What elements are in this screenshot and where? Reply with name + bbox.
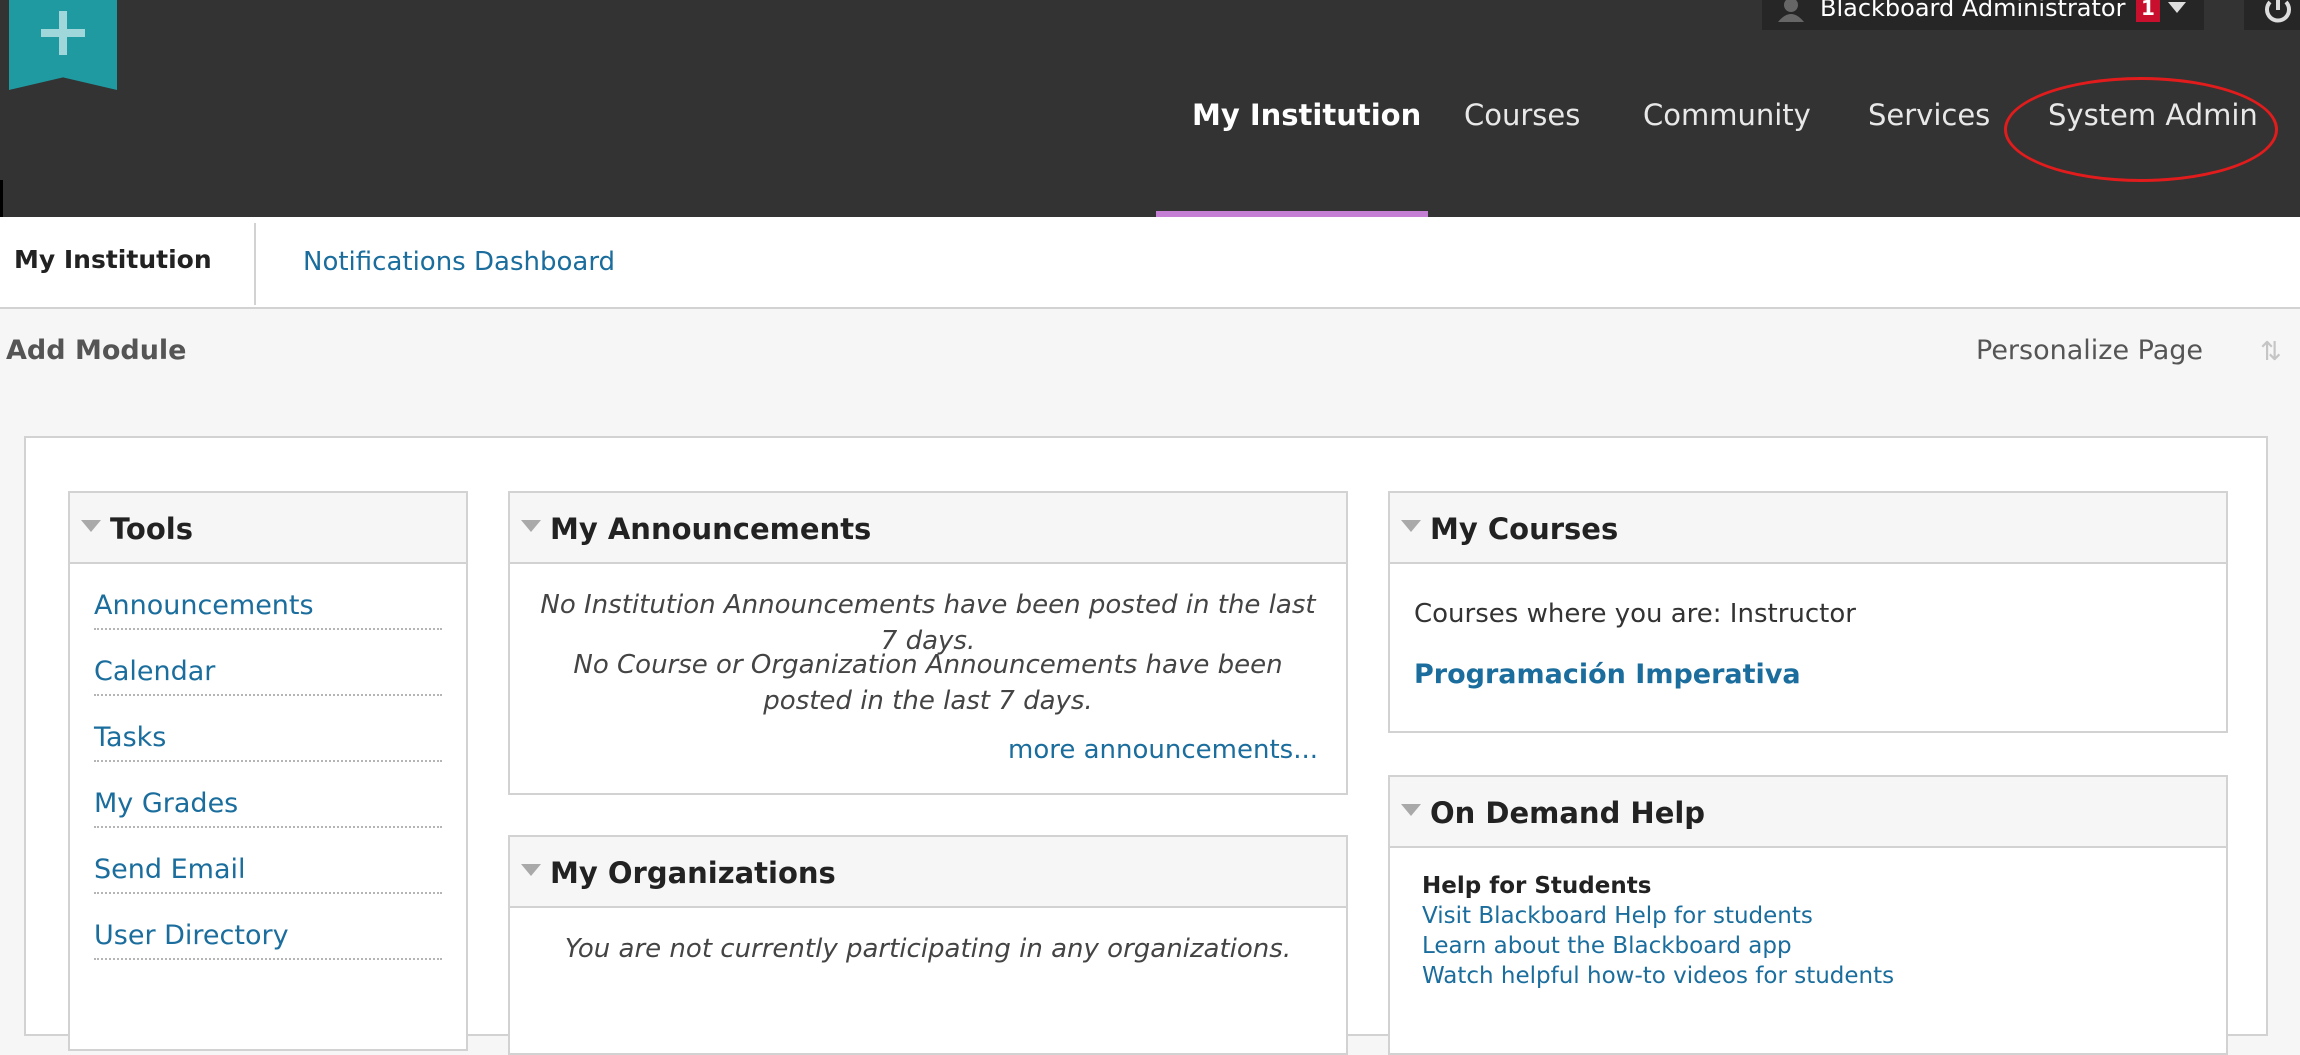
help-heading: Help for Students xyxy=(1422,873,1652,899)
tab-my-institution[interactable]: My Institution xyxy=(1192,98,1421,132)
tool-link[interactable]: Calendar xyxy=(94,656,215,687)
tab-community[interactable]: Community xyxy=(1643,98,1811,132)
collapse-icon[interactable] xyxy=(521,520,541,532)
module-header[interactable]: Tools xyxy=(70,493,466,564)
module-header[interactable]: My Announcements xyxy=(510,493,1346,564)
module-title: On Demand Help xyxy=(1430,796,1706,830)
chevron-down-icon[interactable] xyxy=(2168,2,2186,13)
notification-badge[interactable]: 1 xyxy=(2136,0,2160,22)
page-toolbar: Add Module Personalize Page ⇅ xyxy=(0,309,2300,399)
module-header[interactable]: My Courses xyxy=(1390,493,2226,564)
tool-link[interactable]: Announcements xyxy=(94,590,314,621)
help-link[interactable]: Visit Blackboard Help for students xyxy=(1422,903,1813,929)
module-title: Tools xyxy=(110,512,193,546)
courses-module: My Courses Courses where you are: Instru… xyxy=(1388,491,2228,733)
tools-list: Announcements Calendar Tasks My Grades S… xyxy=(70,564,466,960)
module-title: My Announcements xyxy=(550,512,872,546)
power-icon xyxy=(2265,0,2291,23)
tab-courses[interactable]: Courses xyxy=(1464,98,1580,132)
modules-container: Tools Announcements Calendar Tasks My Gr… xyxy=(24,436,2268,1055)
list-item[interactable]: Tasks xyxy=(94,696,442,762)
tool-link[interactable]: Send Email xyxy=(94,854,246,885)
module-title: My Courses xyxy=(1430,512,1619,546)
divider xyxy=(254,223,256,305)
organizations-msg: You are not currently participating in a… xyxy=(564,934,1292,964)
collapse-icon[interactable] xyxy=(1401,520,1421,532)
user-avatar-icon xyxy=(1778,0,1804,22)
help-link[interactable]: Watch helpful how-to videos for students xyxy=(1422,963,1894,989)
user-name: Blackboard Administrator xyxy=(1820,0,2126,22)
course-announcements-msg: No Course or Organization Announcements … xyxy=(573,650,1283,716)
course-link[interactable]: Programación Imperativa xyxy=(1414,659,1801,690)
on-demand-help-module: On Demand Help Help for Students Visit B… xyxy=(1388,775,2228,1055)
sub-nav: My Institution Notifications Dashboard xyxy=(0,217,2300,309)
courses-role-label: Courses where you are: Instructor xyxy=(1414,599,1856,629)
tool-link[interactable]: Tasks xyxy=(94,722,166,753)
quick-add-button[interactable] xyxy=(9,0,117,90)
user-menu[interactable]: Blackboard Administrator 1 xyxy=(1762,0,2204,30)
tab-services[interactable]: Services xyxy=(1868,98,1990,132)
subnav-my-institution[interactable]: My Institution xyxy=(14,245,212,274)
collapse-icon[interactable] xyxy=(521,864,541,876)
tool-link[interactable]: My Grades xyxy=(94,788,238,819)
list-item[interactable]: Announcements xyxy=(94,564,442,630)
tools-module: Tools Announcements Calendar Tasks My Gr… xyxy=(68,491,468,1051)
annotation-circle xyxy=(2004,77,2278,182)
list-item[interactable]: Send Email xyxy=(94,828,442,894)
reorder-icon[interactable]: ⇅ xyxy=(2260,337,2282,367)
list-item[interactable]: Calendar xyxy=(94,630,442,696)
module-header[interactable]: My Organizations xyxy=(510,837,1346,908)
collapse-icon[interactable] xyxy=(81,520,101,532)
personalize-page-button[interactable]: Personalize Page xyxy=(1976,335,2203,366)
list-item[interactable]: My Grades xyxy=(94,762,442,828)
more-announcements-link[interactable]: more announcements... xyxy=(1008,735,1318,765)
list-item[interactable]: User Directory xyxy=(94,894,442,960)
add-module-button[interactable]: Add Module xyxy=(6,335,186,366)
module-header[interactable]: On Demand Help xyxy=(1390,777,2226,848)
module-title: My Organizations xyxy=(550,856,836,890)
tool-link[interactable]: User Directory xyxy=(94,920,289,951)
announcements-module: My Announcements No Institution Announce… xyxy=(508,491,1348,795)
help-link[interactable]: Learn about the Blackboard app xyxy=(1422,933,1792,959)
organizations-module: My Organizations You are not currently p… xyxy=(508,835,1348,1055)
collapse-icon[interactable] xyxy=(1401,804,1421,816)
logout-button[interactable] xyxy=(2244,0,2300,30)
notifications-dashboard-link[interactable]: Notifications Dashboard xyxy=(303,247,615,277)
